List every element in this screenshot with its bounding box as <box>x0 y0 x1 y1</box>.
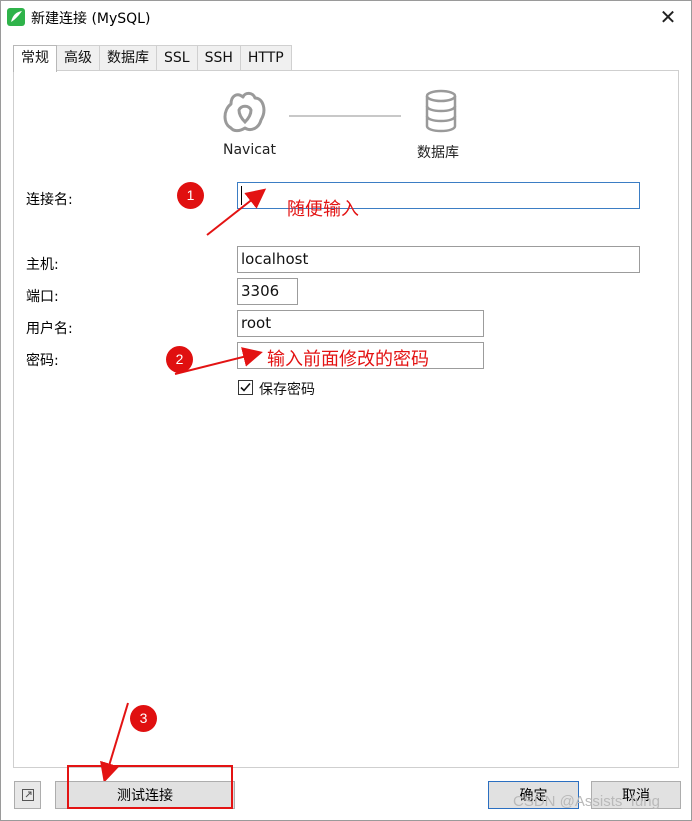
step1-annotation: 随便输入 <box>287 199 359 220</box>
annotation-arrows <box>100 188 267 783</box>
export-icon <box>21 789 34 801</box>
step3-badge: 3 <box>130 705 157 732</box>
step1-badge: 1 <box>177 182 204 209</box>
step3-highlight-box <box>67 765 233 809</box>
step2-annotation: 输入前面修改的密码 <box>267 349 429 370</box>
step2-badge: 2 <box>166 346 193 373</box>
arrow-step1 <box>206 188 267 236</box>
share-button[interactable] <box>14 781 41 809</box>
watermark: CSDN @Assists_fung <box>513 793 660 810</box>
tab-general[interactable]: 常规 <box>13 45 57 72</box>
dialog-window: 新建连接 (MySQL) ✕ 常规 高级 数据库 SSL SSH HTTP Na… <box>0 0 692 821</box>
